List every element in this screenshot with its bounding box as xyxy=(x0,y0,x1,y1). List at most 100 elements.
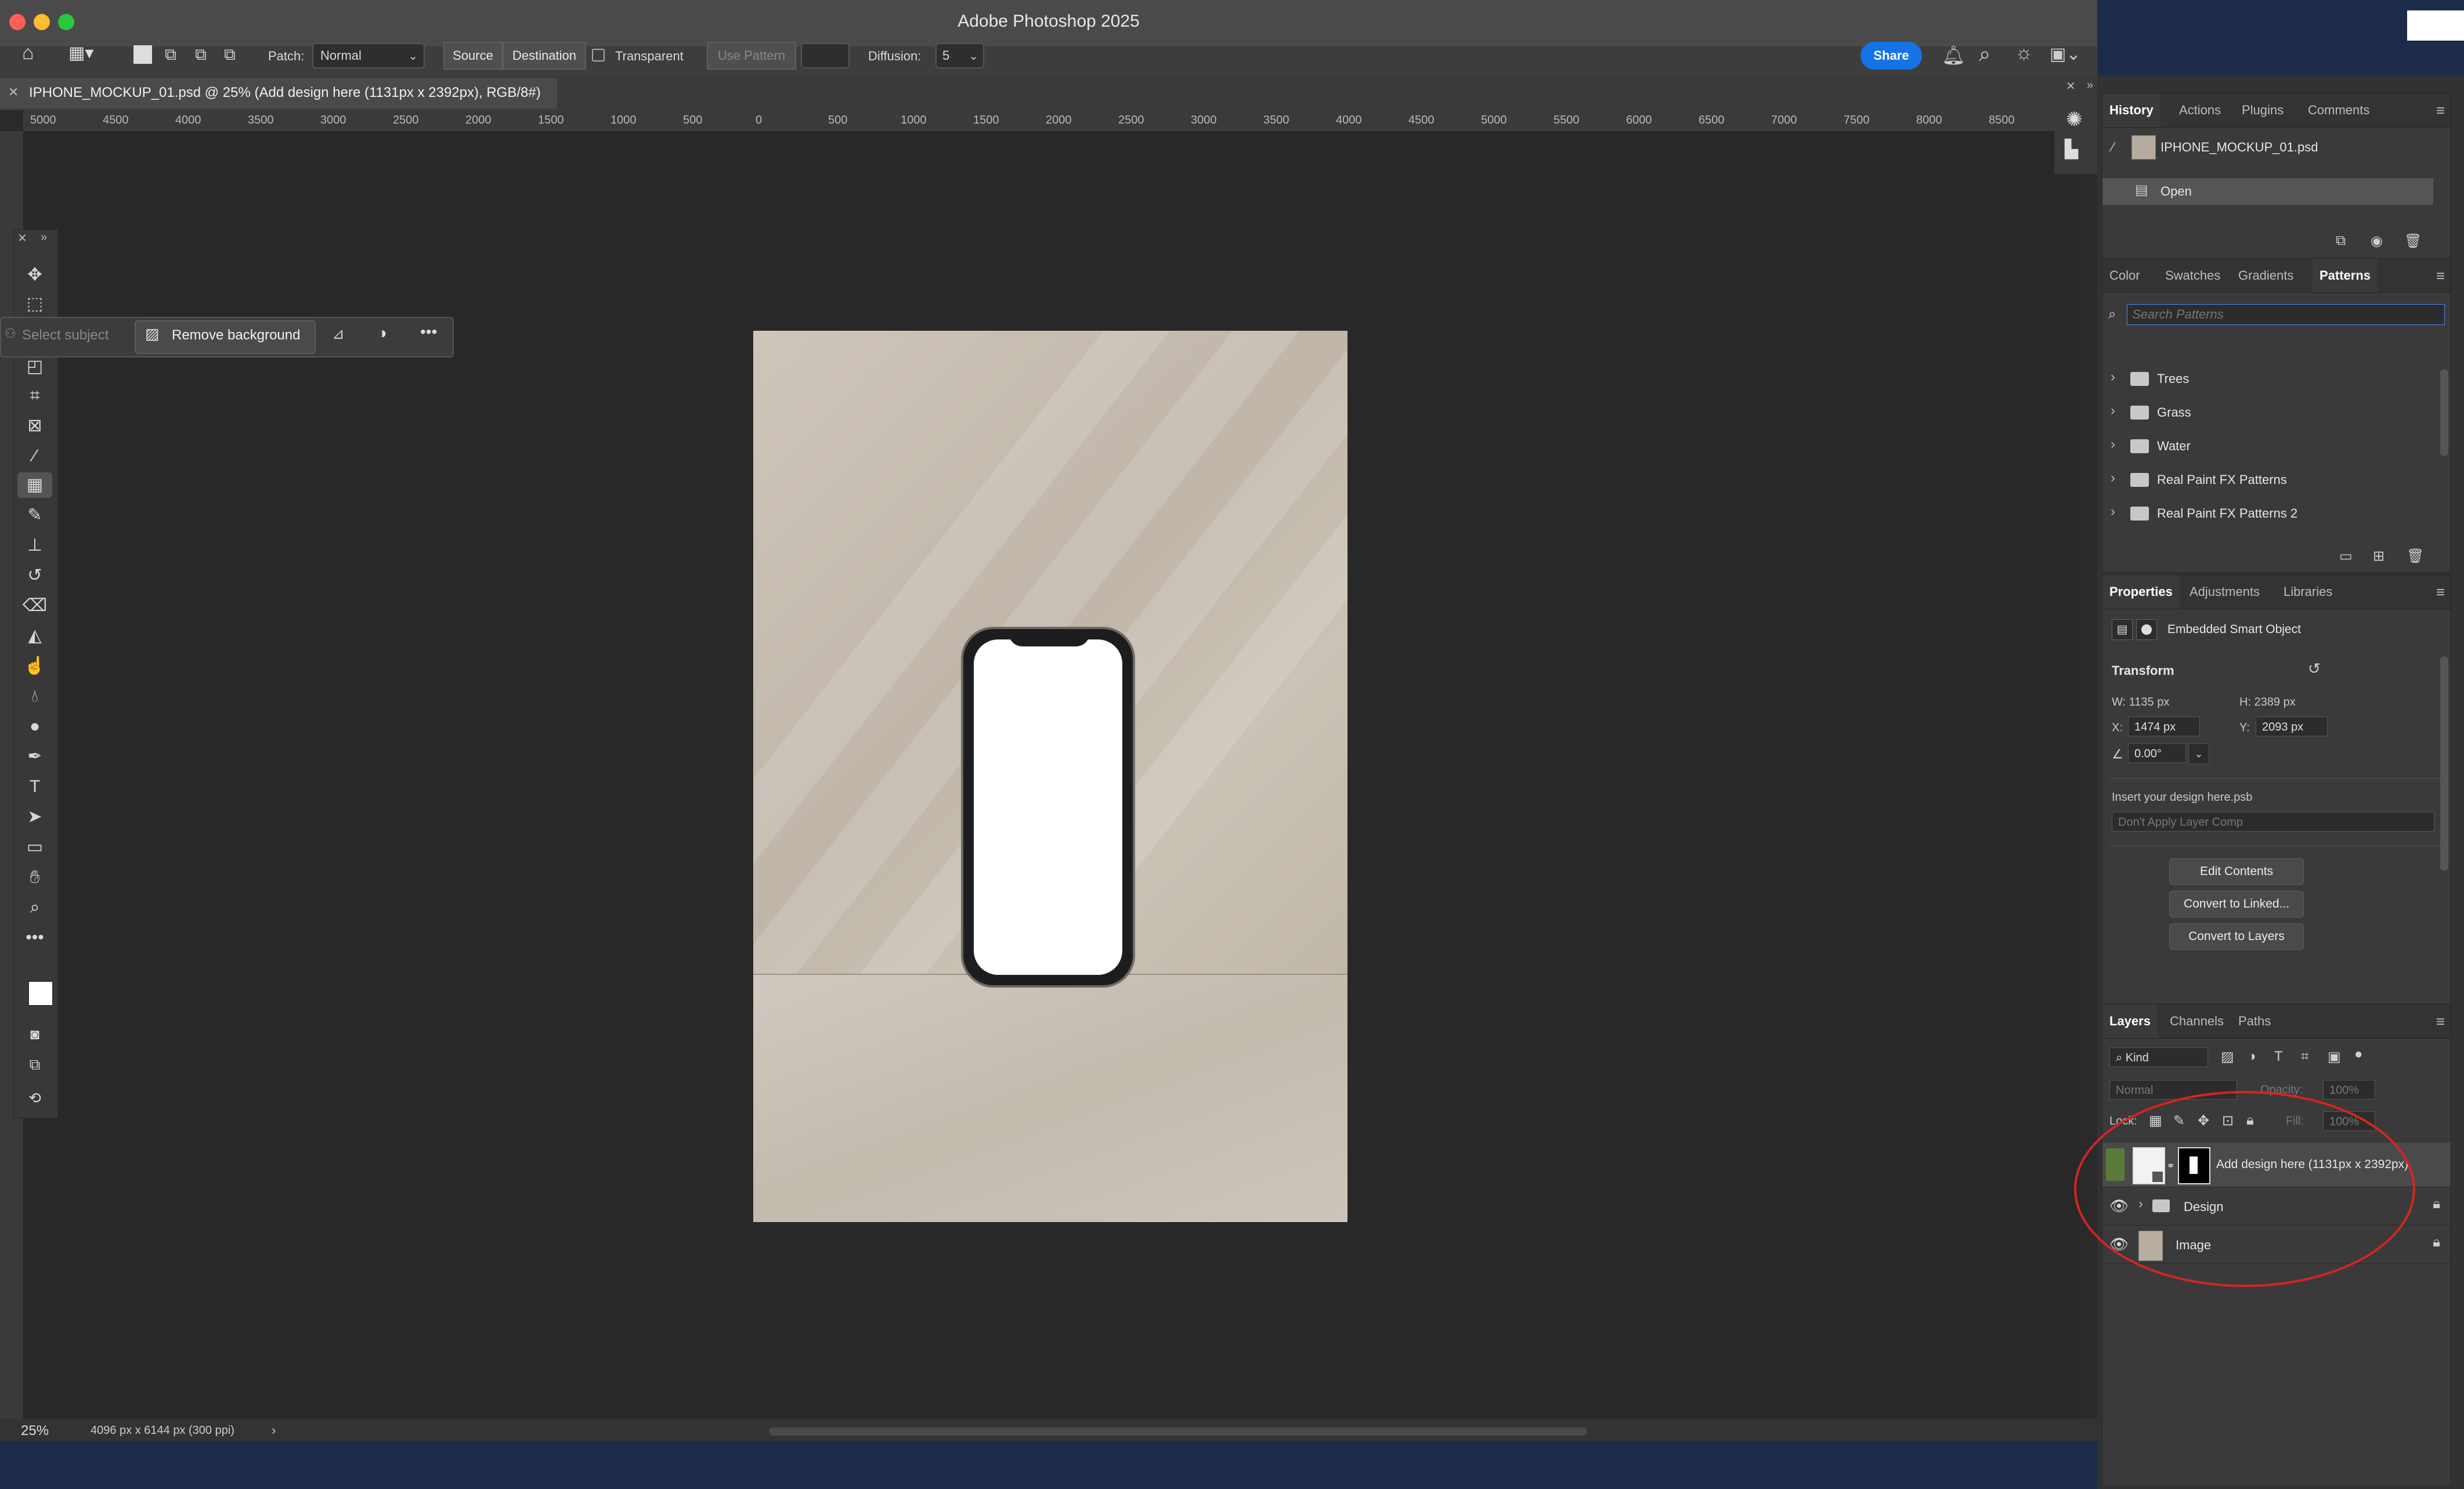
hand-tool-icon[interactable]: ✋︎ xyxy=(17,865,52,890)
marquee-tool-icon[interactable]: ⬚ xyxy=(17,291,52,317)
tab-channels[interactable]: Channels xyxy=(2163,1004,2231,1038)
angle-input[interactable]: 0.00° xyxy=(2128,743,2186,763)
frame-tool-icon[interactable]: ⊠ xyxy=(17,413,52,439)
smudge-tool-icon[interactable]: ☝ xyxy=(17,653,52,679)
tab-color[interactable]: Color xyxy=(2102,259,2147,292)
filter-type-icon[interactable]: T xyxy=(2274,1049,2283,1065)
patterns-scrollbar[interactable] xyxy=(2440,369,2448,456)
trash-icon[interactable]: 🗑︎ xyxy=(2404,233,2422,250)
document-canvas[interactable] xyxy=(753,331,1347,1222)
crop-tool-icon[interactable]: ⌗ xyxy=(17,383,52,409)
diffusion-select[interactable]: 5 ⌄ xyxy=(935,43,984,68)
pattern-folder-water[interactable]: › Water xyxy=(2102,431,2433,463)
panel-menu-icon[interactable]: ≡ xyxy=(2436,267,2445,285)
quick-mask-icon[interactable]: ◙ xyxy=(17,1021,52,1047)
collapse-panels-icon[interactable]: » xyxy=(2087,79,2093,92)
height-value[interactable]: H: 2389 px xyxy=(2239,696,2296,709)
bell-icon[interactable]: 🔔︎ xyxy=(1942,44,1966,66)
zoom-tool-icon[interactable]: ⌕ xyxy=(17,895,52,920)
generative-icon[interactable]: ⟲ xyxy=(17,1085,52,1111)
patch-tool-preset-icon[interactable]: ▦▾ xyxy=(68,43,93,63)
source-button[interactable]: Source xyxy=(443,42,503,70)
properties-scrollbar[interactable] xyxy=(2440,656,2448,871)
pattern-picker[interactable] xyxy=(801,43,850,68)
more-options-icon[interactable]: ••• xyxy=(420,323,437,341)
transparent-checkbox[interactable] xyxy=(592,49,605,62)
destination-button[interactable]: Destination xyxy=(503,42,586,70)
reset-transform-icon[interactable]: ↺ xyxy=(2308,660,2321,678)
move-tool-icon[interactable]: ✥ xyxy=(17,262,52,288)
tab-comments[interactable]: Comments xyxy=(2301,93,2376,127)
add-to-selection-icon[interactable]: ⧉ xyxy=(165,45,176,64)
brush-tool-icon[interactable]: ✎ xyxy=(17,503,52,528)
object-selection-tool-icon[interactable]: ◰ xyxy=(17,354,52,380)
search-patterns-input[interactable] xyxy=(2127,304,2445,325)
chevron-right-icon[interactable]: › xyxy=(2111,403,2115,419)
subtract-from-selection-icon[interactable]: ⧉ xyxy=(195,45,207,64)
x-position-input[interactable]: 1474 px xyxy=(2128,717,2200,736)
smart-object-icon[interactable]: ▤ xyxy=(2112,619,2133,640)
more-tools-icon[interactable]: ••• xyxy=(17,925,52,950)
mask-icon[interactable] xyxy=(2136,619,2157,640)
type-tool-icon[interactable]: T xyxy=(17,774,52,800)
select-subject-button[interactable]: Select subject xyxy=(22,327,109,344)
filter-toggle-icon[interactable]: ● xyxy=(2354,1046,2363,1062)
foreground-color-swatch[interactable] xyxy=(28,981,53,1006)
eyedropper-tool-icon[interactable]: ⁄ xyxy=(17,443,52,469)
adjustment-icon[interactable]: ◑ xyxy=(377,324,387,342)
chevron-right-icon[interactable]: › xyxy=(2111,369,2115,385)
intersect-selection-icon[interactable]: ⧉ xyxy=(224,45,236,64)
share-button[interactable]: Share xyxy=(1860,42,1922,70)
blur-tool-icon[interactable]: 💧︎ xyxy=(17,684,52,709)
edit-contents-button[interactable]: Edit Contents xyxy=(2169,858,2304,885)
horizontal-scrollbar[interactable] xyxy=(769,1427,1587,1436)
panel-menu-icon[interactable]: ≡ xyxy=(2436,583,2445,601)
convert-to-layers-button[interactable]: Convert to Layers xyxy=(2169,923,2304,950)
tab-plugins[interactable]: Plugins xyxy=(2235,93,2290,127)
filter-smart-object-icon[interactable]: ▣ xyxy=(2328,1049,2341,1065)
new-document-from-state-icon[interactable]: ⧉ xyxy=(2336,233,2346,249)
pattern-folder-real-paint-fx-2[interactable]: › Real Paint FX Patterns 2 xyxy=(2102,498,2433,530)
discover-light-icon[interactable]: ☼ xyxy=(2015,42,2033,64)
opacity-input[interactable]: 100% xyxy=(2323,1080,2375,1100)
tab-patterns[interactable]: Patterns xyxy=(2313,259,2378,292)
new-group-icon[interactable]: ▭ xyxy=(2339,548,2353,565)
tab-swatches[interactable]: Swatches xyxy=(2158,259,2227,292)
y-position-input[interactable]: 2093 px xyxy=(2256,717,2328,736)
use-pattern-button[interactable]: Use Pattern xyxy=(707,42,796,70)
history-brush-tool-icon[interactable]: ↺ xyxy=(17,563,52,588)
tab-adjustments[interactable]: Adjustments xyxy=(2183,575,2267,609)
paint-bucket-tool-icon[interactable]: ◭ xyxy=(17,623,52,649)
width-value[interactable]: W: 1135 px xyxy=(2112,696,2169,709)
pen-tool-icon[interactable]: ✒ xyxy=(17,744,52,769)
close-tab-icon[interactable]: ✕ xyxy=(8,85,19,100)
new-pattern-icon[interactable]: ⊞ xyxy=(2373,548,2384,565)
chevron-right-icon[interactable]: › xyxy=(272,1423,276,1438)
tab-paths[interactable]: Paths xyxy=(2231,1004,2278,1038)
chevron-right-icon[interactable]: › xyxy=(2111,470,2115,486)
panel-menu-icon[interactable]: ≡ xyxy=(2436,102,2445,120)
filter-shape-icon[interactable]: ⌗ xyxy=(2301,1049,2309,1065)
tab-libraries[interactable]: Libraries xyxy=(2277,575,2339,609)
expand-icon[interactable]: » xyxy=(41,231,47,244)
histogram-icon[interactable]: ▙ xyxy=(2065,139,2078,160)
search-icon[interactable]: ⌕ xyxy=(1979,42,1990,67)
snapshot-name[interactable]: IPHONE_MOCKUP_01.psd xyxy=(2160,140,2318,155)
tab-actions[interactable]: Actions xyxy=(2172,93,2228,127)
tab-gradients[interactable]: Gradients xyxy=(2231,259,2300,292)
close-icon[interactable]: ✕ xyxy=(17,231,27,245)
path-selection-tool-icon[interactable]: ➤ xyxy=(17,804,52,830)
eraser-tool-icon[interactable]: ⌫ xyxy=(17,593,52,619)
camera-icon[interactable]: ◉ xyxy=(2371,233,2383,250)
close-icon[interactable]: ✕ xyxy=(2066,79,2076,93)
home-icon[interactable]: ⌂ xyxy=(22,42,34,64)
layer-comp-select[interactable]: Don't Apply Layer Comp xyxy=(2112,812,2434,832)
workspace-icon[interactable]: ▣⌄ xyxy=(2050,44,2080,64)
history-brush-source-icon[interactable]: ⁄ xyxy=(2112,140,2114,155)
trash-icon[interactable]: 🗑︎ xyxy=(2407,548,2424,565)
rectangle-tool-icon[interactable]: ▭ xyxy=(17,834,52,860)
pattern-folder-trees[interactable]: › Trees xyxy=(2102,363,2433,396)
convert-to-linked-button[interactable]: Convert to Linked... xyxy=(2169,891,2304,917)
pattern-folder-grass[interactable]: › Grass xyxy=(2102,397,2433,429)
filter-adjustment-icon[interactable]: ◑ xyxy=(2248,1049,2256,1065)
